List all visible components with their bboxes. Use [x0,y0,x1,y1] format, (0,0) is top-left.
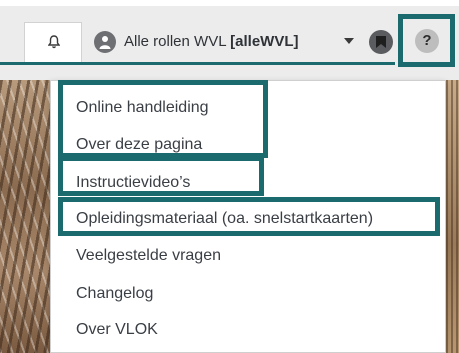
help-button[interactable]: ? [415,29,439,53]
menu-item-changelog[interactable]: Changelog [76,285,153,303]
background-photo-right [446,80,459,353]
menu-item-veelgestelde-vragen[interactable]: Veelgestelde vragen [76,247,221,265]
highlight-box-videos [58,156,264,196]
user-avatar[interactable] [94,31,116,53]
role-name: Alle rollen WVL [124,33,226,50]
menu-item-over-vlok[interactable]: Over VLOK [76,321,158,339]
bookmark-icon [376,36,386,48]
question-icon: ? [422,32,432,49]
bell-icon [48,35,60,49]
active-underline [0,62,395,65]
role-selector[interactable]: Alle rollen WVL [alleWVL] [124,33,299,50]
help-button-highlight: ? [398,14,455,67]
notification-button[interactable] [24,22,82,62]
top-strip [0,0,459,6]
top-navigation-bar: Alle rollen WVL [alleWVL] ? [0,0,459,80]
caret-down-icon[interactable] [344,38,354,45]
highlight-box-training [58,197,440,236]
highlight-box-manual [58,80,268,158]
bookmark-button[interactable] [369,30,393,54]
role-code: [alleWVL] [230,33,299,50]
background-photo-left [0,80,50,353]
user-icon [99,36,111,49]
